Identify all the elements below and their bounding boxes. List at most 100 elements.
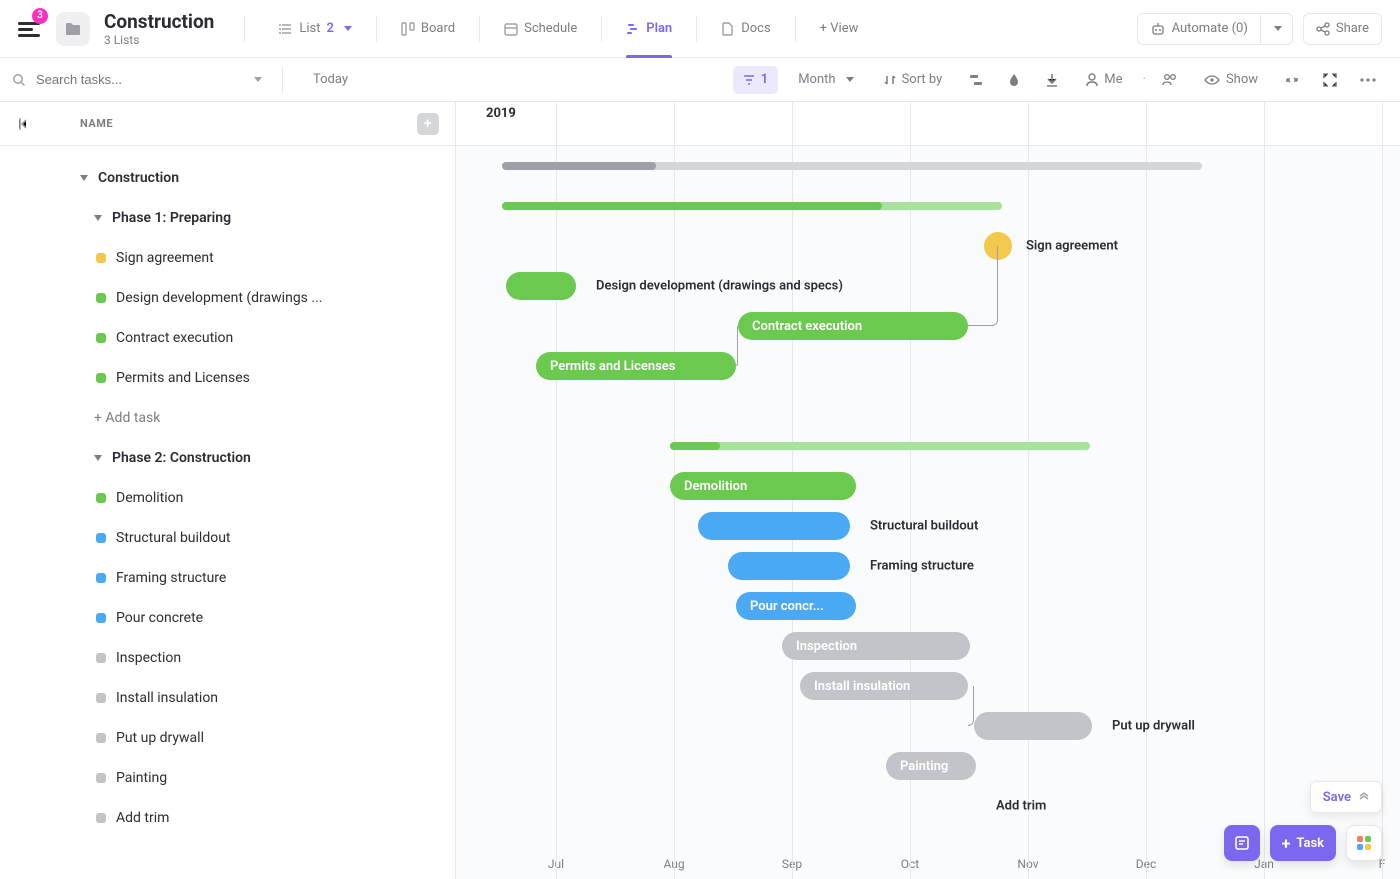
chevron-down-icon	[1274, 26, 1282, 31]
gantt-bar[interactable]: Painting	[886, 752, 976, 780]
phase2-group[interactable]: Phase 2: Construction	[0, 438, 455, 478]
person-icon	[1086, 73, 1098, 87]
floating-actions: +Task	[1224, 825, 1382, 861]
tab-board[interactable]: Board	[387, 0, 469, 57]
summary-bar-progress	[670, 442, 720, 450]
phase1-group[interactable]: Phase 1: Preparing	[0, 198, 455, 238]
calendar-icon	[504, 22, 518, 36]
status-chip	[96, 293, 106, 303]
download-button[interactable]	[1038, 66, 1066, 94]
folder-icon[interactable]	[56, 12, 90, 46]
filter-button[interactable]: 1	[733, 66, 778, 94]
gantt-bar-label: Framing structure	[870, 559, 974, 574]
chevron-up-icon	[1359, 792, 1369, 802]
tab-plan-label: Plan	[646, 21, 672, 36]
status-chip	[96, 653, 106, 663]
task-row[interactable]: Inspection	[0, 638, 455, 678]
collapse-button[interactable]	[1278, 66, 1306, 94]
gantt-bar-label: Sign agreement	[1026, 239, 1118, 254]
gantt-bar[interactable]	[974, 712, 1092, 740]
task-row[interactable]: Install insulation	[0, 678, 455, 718]
add-column-button[interactable]: +	[417, 113, 439, 135]
gantt-bar[interactable]: Permits and Licenses	[536, 352, 736, 380]
gantt-bar[interactable]: Install insulation	[800, 672, 968, 700]
sort-button[interactable]: Sort by	[874, 66, 953, 94]
gantt-bar[interactable]: Contract execution	[738, 312, 968, 340]
task-tree: Construction Phase 1: Preparing Sign agr…	[0, 146, 455, 878]
status-chip	[96, 573, 106, 583]
show-menu[interactable]: Show	[1194, 66, 1268, 94]
task-row[interactable]: Add trim	[0, 798, 455, 838]
list-icon	[279, 22, 293, 36]
tab-docs[interactable]: Docs	[707, 0, 784, 57]
gantt-bar[interactable]: Demolition	[670, 472, 856, 500]
color-button[interactable]	[1000, 66, 1028, 94]
tab-docs-label: Docs	[741, 21, 770, 36]
task-row[interactable]: Design development (drawings ...	[0, 278, 455, 318]
chevron-down-icon	[846, 77, 854, 82]
timeline-header: 2019 JulAugSepOctNovDecJanF	[456, 102, 1400, 146]
top-header: 3 Construction 3 Lists List 2 Board Sche…	[0, 0, 1400, 58]
tab-list[interactable]: List 2	[265, 0, 366, 57]
share-button[interactable]: Share	[1303, 13, 1382, 45]
add-view-button[interactable]: + View	[806, 0, 873, 57]
me-filter[interactable]: Me	[1076, 66, 1132, 94]
notepad-button[interactable]	[1224, 825, 1260, 861]
gantt-milestone[interactable]	[984, 232, 1012, 260]
new-task-button[interactable]: +Task	[1270, 825, 1336, 861]
automate-label: Automate (0)	[1172, 21, 1248, 36]
gantt-bar-label: Put up drywall	[1112, 719, 1195, 734]
grid-icon	[1357, 836, 1371, 850]
gantt-bar[interactable]	[506, 272, 576, 300]
automate-button[interactable]: Automate (0)	[1137, 13, 1261, 45]
gantt-bar[interactable]: Pour concr...	[736, 592, 856, 620]
task-row[interactable]: Put up drywall	[0, 718, 455, 758]
tab-list-label: List	[299, 21, 320, 36]
task-row[interactable]: Structural buildout	[0, 518, 455, 558]
gantt-bar[interactable]	[728, 552, 850, 580]
summary-bar[interactable]	[670, 442, 1090, 450]
page-title: Construction	[104, 10, 214, 33]
collapse-icon	[1285, 73, 1299, 87]
assignee-filter[interactable]	[1156, 66, 1184, 94]
critical-path-button[interactable]	[962, 66, 990, 94]
gantt-bar[interactable]	[698, 512, 850, 540]
summary-bar-progress	[502, 162, 656, 170]
today-button[interactable]: Today	[303, 66, 358, 94]
people-icon	[1162, 74, 1178, 86]
status-chip	[96, 693, 106, 703]
gantt-bar[interactable]: Inspection	[782, 632, 970, 660]
zoom-select[interactable]: Month	[788, 66, 863, 94]
status-chip	[96, 493, 106, 503]
task-row[interactable]: Contract execution	[0, 318, 455, 358]
task-row[interactable]: Permits and Licenses	[0, 358, 455, 398]
add-task-button[interactable]: + Add task	[0, 398, 455, 438]
chevron-down-icon[interactable]	[254, 77, 262, 82]
task-row[interactable]: Pour concrete	[0, 598, 455, 638]
fullscreen-button[interactable]	[1316, 66, 1344, 94]
more-button[interactable]	[1354, 66, 1382, 94]
collapse-panel-button[interactable]	[16, 118, 36, 130]
robot-icon	[1150, 22, 1166, 36]
apps-button[interactable]	[1346, 825, 1382, 861]
tab-schedule[interactable]: Schedule	[490, 0, 591, 57]
filter-icon	[743, 74, 755, 86]
task-row[interactable]: Demolition	[0, 478, 455, 518]
tab-plan[interactable]: Plan	[612, 0, 686, 57]
title-block: Construction 3 Lists	[104, 10, 214, 47]
save-button[interactable]: Save	[1310, 781, 1382, 813]
search-input[interactable]	[34, 71, 242, 88]
view-tabs: List 2 Board Schedule Plan Docs + View	[265, 0, 872, 57]
automate-dropdown[interactable]	[1261, 13, 1293, 45]
expand-icon	[1323, 73, 1337, 87]
path-icon	[969, 74, 983, 86]
task-row[interactable]: Sign agreement	[0, 238, 455, 278]
tree-root[interactable]: Construction	[0, 158, 455, 198]
task-row[interactable]: Painting	[0, 758, 455, 798]
task-row[interactable]: Framing structure	[0, 558, 455, 598]
search-wrap[interactable]	[12, 71, 262, 88]
status-chip	[96, 253, 106, 263]
main-menu-button[interactable]: 3	[12, 12, 46, 46]
separator	[244, 16, 245, 42]
status-chip	[96, 533, 106, 543]
